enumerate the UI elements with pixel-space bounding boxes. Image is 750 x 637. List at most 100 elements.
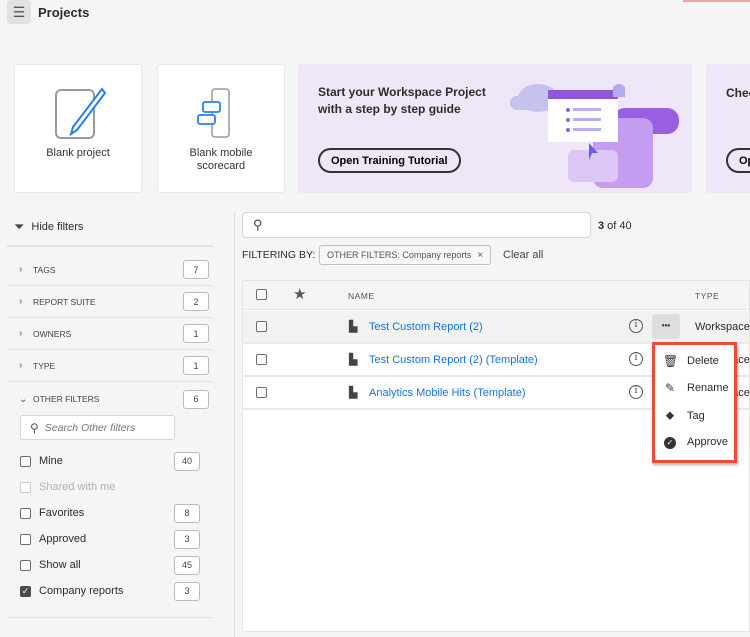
menu-label: Tag — [687, 409, 705, 422]
checkbox-checked[interactable]: ✓ — [20, 585, 31, 597]
option-shared-with-me: Shared with me — [20, 477, 200, 497]
filter-icon: ⏷ — [14, 219, 25, 234]
divider — [7, 245, 213, 247]
option-label: Show all — [39, 559, 81, 571]
chevron-right-icon: › — [19, 296, 23, 307]
count-badge: 8 — [174, 503, 200, 523]
clear-all-link[interactable]: Clear all — [503, 249, 543, 261]
count-badge: 1 — [183, 356, 209, 375]
divider — [7, 617, 213, 618]
menu-label: Rename — [687, 382, 729, 394]
checkbox[interactable] — [20, 559, 31, 571]
filter-chip-label: OTHER FILTERS: Company reports — [327, 250, 472, 260]
card-label-line1: Blank mobile — [189, 147, 253, 159]
blank-project-card[interactable]: Blank project — [14, 64, 142, 193]
project-search-input[interactable] — [273, 217, 573, 232]
option-show-all[interactable]: Show all 45 — [20, 555, 200, 575]
close-icon[interactable]: × — [477, 250, 483, 261]
menu-item-approve[interactable]: ✓ Approve — [663, 434, 728, 449]
option-label: Mine — [39, 455, 63, 467]
filter-group-owners[interactable]: › OWNERS 1 — [7, 318, 213, 350]
pencil-document-icon — [55, 87, 107, 139]
banner2-button[interactable]: Op — [726, 148, 750, 173]
star-icon[interactable]: ★ — [293, 285, 306, 303]
info-icon[interactable]: i — [629, 352, 643, 366]
filter-chip: OTHER FILTERS: Company reports × — [319, 245, 492, 265]
option-label: Approved — [39, 533, 87, 545]
column-type[interactable]: TYPE — [695, 291, 719, 301]
page-title: Projects — [38, 5, 90, 20]
training-banner: Start your Workspace Project with a step … — [298, 64, 692, 193]
other-filters-search-input[interactable] — [44, 421, 165, 434]
result-count: 3 of 40 — [598, 220, 632, 232]
chevron-down-icon: ⌄ — [19, 393, 28, 405]
document-icon: ▙ — [349, 387, 358, 399]
count-badge: 6 — [183, 389, 209, 409]
blank-mobile-scorecard-card[interactable]: Blank mobile scorecard — [157, 64, 285, 193]
table-row[interactable]: ▙ Test Custom Report (2) i ••• Workspace… — [243, 311, 750, 344]
chevron-right-icon: › — [19, 360, 23, 371]
option-mine[interactable]: Mine 40 — [20, 451, 200, 471]
info-icon[interactable]: i — [629, 319, 643, 333]
workspace-illustration — [510, 84, 679, 188]
filter-group-type[interactable]: › TYPE 1 — [7, 350, 213, 382]
more-actions-button[interactable]: ••• — [652, 314, 680, 339]
filter-group-other-filters[interactable]: ⌄ OTHER FILTERS 6 — [7, 383, 213, 415]
filter-group-tags[interactable]: › TAGS 7 — [7, 254, 213, 286]
hamburger-icon: ☰ — [12, 3, 26, 20]
column-name[interactable]: NAME — [348, 291, 375, 301]
tag-icon: ⬥ — [665, 408, 675, 422]
context-menu: 🗑 Delete ✎ Rename ⬥ Tag ✓ Approve — [652, 342, 737, 463]
menu-button[interactable]: ☰ — [7, 0, 31, 24]
hide-filters-button[interactable]: ⏷ Hide filters — [14, 219, 83, 235]
panel-divider — [234, 212, 235, 637]
row-checkbox[interactable] — [256, 321, 267, 332]
pencil-icon: ✎ — [664, 381, 676, 395]
banner-title-1: Start your Workspace Project — [318, 85, 486, 99]
other-filters-search[interactable]: ⚲ — [20, 415, 175, 440]
checkbox[interactable] — [20, 533, 31, 545]
count-badge: 45 — [174, 555, 200, 575]
option-label: Shared with me — [39, 481, 116, 493]
option-company-reports[interactable]: ✓ Company reports 3 — [20, 581, 200, 601]
document-icon: ▙ — [349, 321, 358, 333]
group-label: TYPE — [33, 360, 56, 371]
project-link[interactable]: Test Custom Report (2) — [369, 321, 483, 333]
hide-filters-label: Hide filters — [31, 221, 84, 233]
group-label: OWNERS — [33, 328, 72, 339]
search-icon: ⚲ — [30, 420, 39, 435]
card-label-line2: scorecard — [196, 160, 246, 172]
info-icon[interactable]: i — [629, 385, 643, 399]
type-cell: Workspace p — [695, 321, 750, 333]
checkbox — [20, 481, 31, 493]
menu-item-rename[interactable]: ✎ Rename — [663, 381, 729, 395]
count-badge: 3 — [174, 529, 200, 549]
top-accent — [683, 0, 750, 2]
option-approved[interactable]: Approved 3 — [20, 529, 200, 549]
group-label: OTHER FILTERS — [33, 394, 100, 404]
option-label: Favorites — [39, 507, 85, 519]
select-all-checkbox[interactable] — [256, 289, 267, 300]
menu-item-delete[interactable]: 🗑 Delete — [663, 354, 719, 368]
row-checkbox[interactable] — [256, 387, 267, 398]
mobile-scorecard-icon — [197, 88, 230, 138]
menu-label: Approve — [687, 435, 728, 448]
menu-item-tag[interactable]: ⬥ Tag — [663, 408, 705, 423]
checkbox[interactable] — [20, 507, 31, 519]
count-badge: 1 — [183, 324, 209, 343]
table-header: ★ NAME TYPE — [243, 281, 749, 310]
option-label: Company reports — [39, 585, 124, 597]
filter-group-report-suite[interactable]: › REPORT SUITE 2 — [7, 286, 213, 318]
project-search[interactable]: ⚲ — [242, 212, 591, 238]
count-badge: 7 — [183, 260, 209, 279]
chevron-right-icon: › — [19, 264, 23, 275]
project-link[interactable]: Test Custom Report (2) (Template) — [369, 354, 538, 366]
row-checkbox[interactable] — [256, 354, 267, 365]
project-link[interactable]: Analytics Mobile Hits (Template) — [369, 387, 526, 399]
group-label: TAGS — [33, 264, 56, 275]
group-label: REPORT SUITE — [33, 296, 96, 307]
checkbox[interactable] — [20, 455, 31, 467]
open-training-tutorial-button[interactable]: Open Training Tutorial — [318, 148, 461, 173]
filtering-by-label: FILTERING BY: — [242, 249, 316, 261]
option-favorites[interactable]: Favorites 8 — [20, 503, 200, 523]
